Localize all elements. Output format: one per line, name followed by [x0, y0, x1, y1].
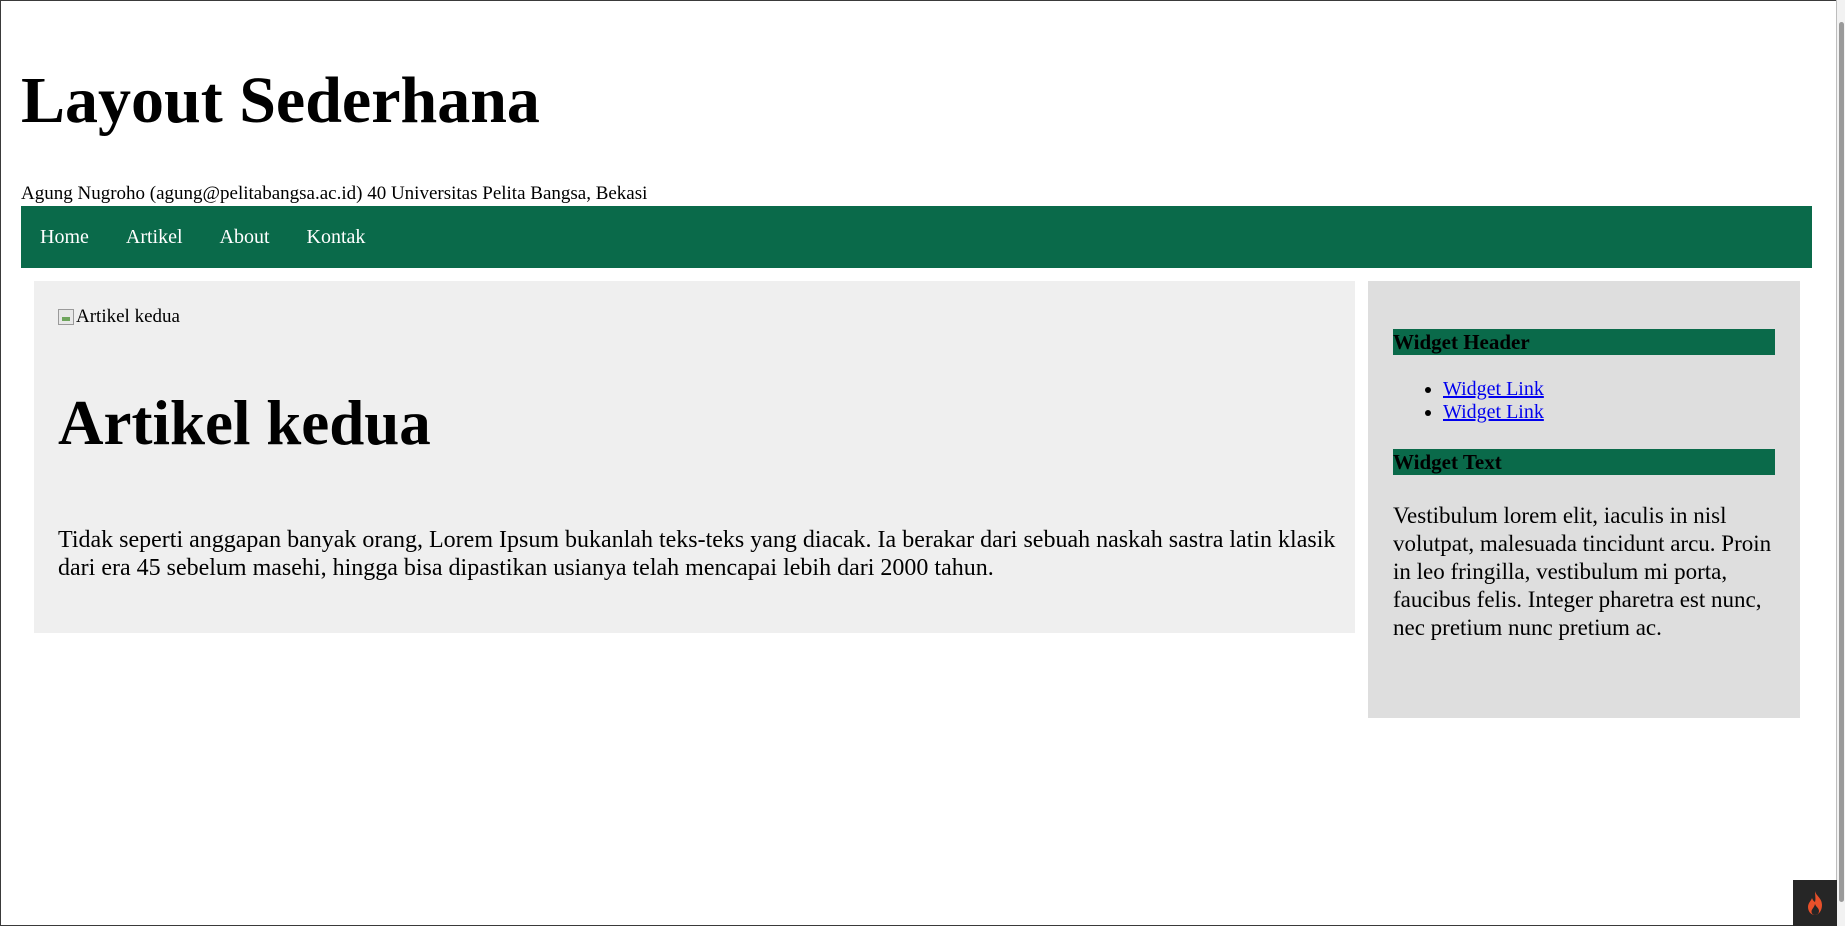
- nav-item-about[interactable]: About: [220, 226, 270, 249]
- nav-item-artikel[interactable]: Artikel: [126, 226, 183, 249]
- article-title: Artikel kedua: [58, 388, 431, 458]
- main-navbar: Home Artikel About Kontak: [21, 206, 1812, 268]
- scrollbar[interactable]: [1836, 0, 1845, 926]
- site-title: Layout Sederhana: [21, 64, 540, 137]
- widget-text-header: Widget Text: [1393, 449, 1775, 475]
- article-image: Artikel kedua: [58, 306, 180, 328]
- sidebar: Widget Header Widget Link Widget Link Wi…: [1368, 281, 1800, 718]
- widget-header: Widget Header: [1393, 329, 1775, 355]
- nav-item-home[interactable]: Home: [40, 226, 89, 249]
- article-body: Tidak seperti anggapan banyak orang, Lor…: [58, 527, 1336, 581]
- nav-item-kontak[interactable]: Kontak: [307, 226, 366, 249]
- devtool-toggle-button[interactable]: [1793, 880, 1837, 926]
- widget-link[interactable]: Widget Link: [1443, 378, 1544, 400]
- widget-link[interactable]: Widget Link: [1443, 401, 1544, 423]
- article-section: Artikel kedua Artikel kedua Tidak sepert…: [34, 281, 1355, 633]
- article-image-alt: Artikel kedua: [76, 306, 180, 327]
- site-subtitle: Agung Nugroho (agung@pelitabangsa.ac.id)…: [21, 183, 648, 204]
- scrollbar-thumb[interactable]: [1839, 22, 1844, 902]
- widget-text: Vestibulum lorem elit, iaculis in nisl v…: [1393, 503, 1772, 640]
- broken-image-icon: [58, 309, 74, 325]
- flame-icon: [1808, 891, 1822, 915]
- list-item: Widget Link: [1443, 378, 1544, 401]
- widget-link-list: Widget Link Widget Link: [1393, 378, 1544, 424]
- list-item: Widget Link: [1443, 401, 1544, 424]
